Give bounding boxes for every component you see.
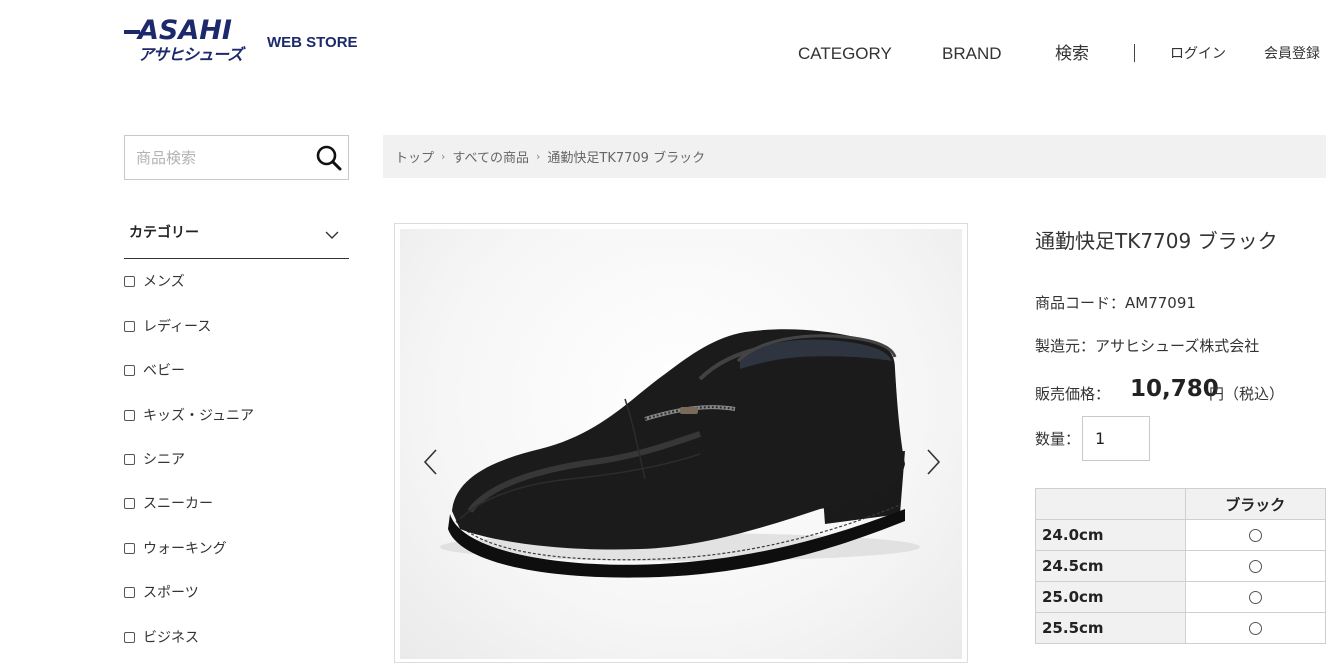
checkbox[interactable] <box>124 497 135 509</box>
nav-brand[interactable]: BRAND <box>942 44 1002 64</box>
category-item-mens[interactable]: メンズ <box>124 271 185 291</box>
checkbox[interactable] <box>124 320 135 332</box>
size-option-cell <box>1184 550 1326 582</box>
size-radio[interactable] <box>1248 622 1262 635</box>
search-icon[interactable] <box>315 144 345 172</box>
table-row: 25.5cm <box>1035 612 1326 644</box>
product-image-carousel <box>394 223 968 663</box>
product-image <box>400 229 962 659</box>
carousel-next-icon[interactable] <box>923 448 943 476</box>
category-label: ビジネス <box>143 630 199 646</box>
breadcrumb-chevron-icon: › <box>536 150 541 163</box>
breadcrumb-top[interactable]: トップ <box>395 147 434 166</box>
table-header-row: ブラック <box>1035 488 1326 520</box>
price-label: 販売価格： <box>1035 385 1111 403</box>
size-radio[interactable] <box>1248 560 1262 573</box>
breadcrumb-chevron-icon: › <box>441 150 446 163</box>
size-label: 25.5cm <box>1035 612 1186 644</box>
size-header-empty <box>1035 488 1186 520</box>
nav-category[interactable]: CATEGORY <box>798 44 892 64</box>
search-input[interactable] <box>125 136 305 179</box>
search-form <box>124 135 349 180</box>
carousel-prev-icon[interactable] <box>421 448 441 476</box>
size-radio[interactable] <box>1248 591 1262 604</box>
nav-divider <box>1134 44 1135 62</box>
size-radio[interactable] <box>1248 529 1262 542</box>
size-option-cell <box>1184 519 1326 551</box>
category-item-business[interactable]: ビジネス <box>124 627 199 647</box>
category-label: スポーツ <box>143 585 199 601</box>
category-label: メンズ <box>143 274 185 290</box>
product-title: 通勤快足TK7709 ブラック <box>1035 229 1278 253</box>
logo-latin-text: ASAHI <box>138 15 232 46</box>
quantity-input[interactable] <box>1082 416 1150 461</box>
color-header: ブラック <box>1184 488 1326 520</box>
size-selection-table: ブラック 24.0cm 24.5cm 25.0cm 25.5cm <box>1035 488 1326 644</box>
category-item-ladies[interactable]: レディース <box>124 316 211 336</box>
price-value: 10,780 <box>1130 376 1219 402</box>
size-label: 24.0cm <box>1035 519 1186 551</box>
category-toggle[interactable]: カテゴリー <box>124 218 349 259</box>
product-maker: 製造元：アサヒシューズ株式会社 <box>1035 337 1260 355</box>
table-row: 24.5cm <box>1035 550 1326 582</box>
breadcrumb-all-products[interactable]: すべての商品 <box>452 147 529 166</box>
price-unit: 円（税込） <box>1209 385 1285 403</box>
logo-latin: ASAHI <box>124 14 232 48</box>
checkbox[interactable] <box>124 631 135 643</box>
table-row: 25.0cm <box>1035 581 1326 613</box>
login-link[interactable]: ログイン <box>1170 45 1226 63</box>
checkbox[interactable] <box>124 275 135 287</box>
product-code: 商品コード：AM77091 <box>1035 294 1196 312</box>
checkbox[interactable] <box>124 542 135 554</box>
category-label: シニア <box>143 452 185 468</box>
size-label: 24.5cm <box>1035 550 1186 582</box>
brand-logo[interactable]: ASAHI アサヒシューズ <box>124 14 254 70</box>
category-item-baby[interactable]: ベビー <box>124 360 185 380</box>
breadcrumb: トップ › すべての商品 › 通勤快足TK7709 ブラック <box>383 135 1326 178</box>
category-item-senior[interactable]: シニア <box>124 449 185 469</box>
table-row: 24.0cm <box>1035 519 1326 551</box>
category-label: ベビー <box>143 363 185 379</box>
category-label: ウォーキング <box>143 541 227 557</box>
nav-search[interactable]: 検索 <box>1055 44 1089 64</box>
breadcrumb-current: 通勤快足TK7709 ブラック <box>547 151 706 166</box>
checkbox[interactable] <box>124 453 135 465</box>
category-item-walking[interactable]: ウォーキング <box>124 538 227 558</box>
checkbox[interactable] <box>124 364 135 376</box>
size-label: 25.0cm <box>1035 581 1186 613</box>
category-label: キッズ・ジュニア <box>143 408 255 424</box>
checkbox[interactable] <box>124 586 135 598</box>
size-option-cell <box>1184 612 1326 644</box>
category-label: レディース <box>143 319 212 335</box>
logo-kana: アサヒシューズ <box>138 45 243 64</box>
category-title: カテゴリー <box>129 225 199 241</box>
chevron-down-icon <box>325 225 339 244</box>
size-option-cell <box>1184 581 1326 613</box>
category-item-kids[interactable]: キッズ・ジュニア <box>124 405 254 425</box>
category-item-sports[interactable]: スポーツ <box>124 582 199 602</box>
category-label: スニーカー <box>143 496 213 512</box>
web-store-label: WEB STORE <box>267 34 358 51</box>
category-item-sneaker[interactable]: スニーカー <box>124 493 213 513</box>
register-link[interactable]: 会員登録 <box>1264 45 1320 63</box>
quantity-label: 数量： <box>1035 430 1081 448</box>
checkbox[interactable] <box>124 409 135 421</box>
